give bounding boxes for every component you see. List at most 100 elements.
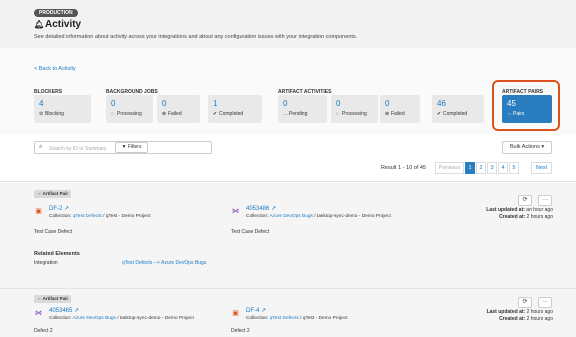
external-link-icon: ↗ [261,308,267,314]
created-at: Created at: 2 hours ago [499,214,553,220]
artifact-type: Test Case Defect [231,229,270,235]
collection-suffix: / tasktop-sync-demo - Demo Project [312,214,391,219]
collection-prefix: Collection: [246,316,270,321]
stat-act-completed[interactable]: 46 ✔ Completed [432,95,484,123]
back-to-activity-link[interactable]: < Back to Activity [34,66,76,72]
stat-label: Blocking [45,111,64,117]
collection-prefix: Collection: [49,214,73,219]
artifact-pair-tag-label: Artifact Pair [42,296,69,301]
artifact-pair-tag: ⇔ Artifact Pair [34,295,72,303]
collection-link[interactable]: qTest Defects [73,214,102,219]
artifact-type: Test Case Defect [34,229,73,235]
created-label: Created at: [499,214,526,220]
filter-icon: ▼ [121,144,127,150]
created-value: 2 hours ago [526,316,553,322]
related-integration-link[interactable]: qTest Defects --> Azure DevOps Bugs [122,260,206,266]
artifact-pair-card: ⇔ Artifact Pair ⟳ ··· ▣ DF-2 ↗ Collectio… [0,183,576,288]
back-band [0,48,576,87]
last-updated-label: Last updated at: [486,309,526,315]
artifact-link[interactable]: DF-4 ↗ [246,307,266,314]
artifact-type: Defect 2 [231,328,250,334]
result-count: Result 1 - 10 of 45 [381,165,426,171]
collection-prefix: Collection: [49,316,73,321]
stat-label: Processing [342,111,367,117]
pagination-page-4[interactable]: 4 [498,162,508,174]
more-icon: ··· [542,197,548,203]
external-link-icon: ↗ [74,308,80,314]
filters-label: Filters [127,144,142,150]
stat-act-failed[interactable]: 0 ⊗ Failed [380,95,420,123]
more-button[interactable]: ··· [538,297,552,308]
artifact-id: 4053486 [246,206,270,212]
refresh-icon: ⟳ [522,197,528,203]
highlight-outline [492,80,560,131]
chevron-down-icon: ▾ [541,144,545,150]
filters-button[interactable]: ▼ Filters [115,142,148,153]
stat-bg-completed[interactable]: 1 ✔ Completed [208,95,262,123]
collection-link[interactable]: Azure DevOps Bugs [72,316,115,321]
pagination-next[interactable]: Next [531,162,552,174]
stat-value: 0 [111,99,116,108]
stat-act-pending[interactable]: 0 …Pending [278,95,327,123]
page-title: 🔔︎Activity [34,19,81,30]
stat-act-processing[interactable]: 0 ◌ Processing [331,95,378,123]
divider [0,181,576,182]
qtest-logo-icon: ▣ [232,310,239,317]
search-placeholder: Search by ID or Summary [49,145,107,152]
artifact-type: Defect 2 [34,328,53,334]
pagination-page-1[interactable]: 1 [465,162,475,174]
stat-value: 46 [437,99,446,108]
last-updated-label: Last updated at: [486,207,525,213]
bulk-actions-button[interactable]: Bulk Actions ▾ [502,141,552,154]
stat-value: 1 [213,99,218,108]
collection-prefix: Collection: [246,214,270,219]
page-header: PRODUCTION 🔔︎Activity See detailed infor… [0,0,576,48]
azure-devops-logo-icon: ⋈ [232,208,239,215]
stat-blocking[interactable]: 4 ⊘ Blocking [34,95,91,123]
stat-label: Pending [289,111,308,117]
stat-label: Processing [117,111,142,117]
collection-suffix: / tasktop-sync-demo - Demo Project [115,316,194,321]
azure-devops-logo-icon: ⋈ [35,310,42,317]
stat-bg-failed[interactable]: 0 ⊗ Failed [157,95,200,123]
page-title-text: Activity [45,19,82,30]
collection-suffix: / qTest - Demo Project [298,316,348,321]
artifact-collection: Collection: qTest Defects / qTest - Demo… [246,316,348,321]
artifact-link[interactable]: DF-2 ↗ [49,205,69,212]
created-label: Created at: [499,316,526,322]
pagination-page-2[interactable]: 2 [476,162,486,174]
artifact-collection: Collection: Azure DevOps Bugs / tasktop-… [49,316,194,321]
stats-panel: BLOCKERS BACKGROUND JOBS ARTIFACT ACTIVI… [0,87,576,135]
environment-badge: PRODUCTION [34,9,78,17]
pagination-page-3[interactable]: 3 [487,162,497,174]
last-updated-value: an hour ago [526,207,553,213]
related-integration-label: Integration [34,260,58,266]
refresh-button[interactable]: ⟳ [518,195,532,206]
collection-link[interactable]: Azure DevOps Bugs [269,214,312,219]
collection-link[interactable]: qTest Defects [270,316,299,321]
artifact-collection: Collection: qTest Defects / qTest - Demo… [49,214,151,219]
stat-value: 0 [283,99,288,108]
last-updated-value: 2 hours ago [526,309,553,315]
stat-value: 4 [39,99,44,108]
pagination-page-5[interactable]: 5 [509,162,519,174]
stat-bg-processing[interactable]: 0 ◌ Processing [106,95,153,123]
refresh-button[interactable]: ⟳ [518,297,532,308]
pagination-previous[interactable]: Previous [435,162,464,174]
qtest-logo-icon: ▣ [35,208,42,215]
artifact-link[interactable]: 4053486 ↗ [246,205,276,212]
more-icon: ··· [542,299,548,305]
artifact-link[interactable]: 4053465 ↗ [49,307,79,314]
last-updated: Last updated at: an hour ago [486,207,553,213]
external-link-icon: ↗ [271,206,277,212]
collection-suffix: / qTest - Demo Project [101,214,151,219]
last-updated: Last updated at: 2 hours ago [487,309,553,315]
page-subtitle: See detailed information about activity … [34,34,358,40]
bulk-actions-label: Bulk Actions [509,144,540,150]
created-at: Created at: 2 hours ago [499,316,553,322]
external-link-icon: ↗ [64,206,70,212]
bell-icon: 🔔︎ [34,20,45,29]
stat-value: 0 [385,99,390,108]
related-elements-heading: Related Elements [34,251,80,257]
more-button[interactable]: ··· [538,195,552,206]
